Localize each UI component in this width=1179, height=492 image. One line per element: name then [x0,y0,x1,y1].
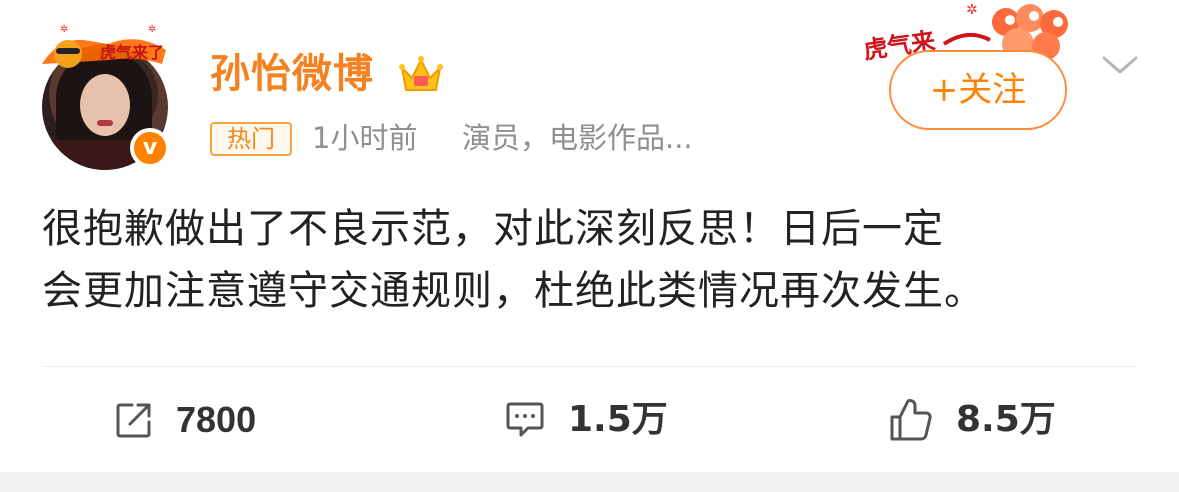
comment-button[interactable]: 1.5万 [504,392,668,448]
crown-icon[interactable] [398,52,444,96]
svg-text:✲: ✲ [60,24,68,35]
card-separator [0,472,1179,492]
divider [42,366,1137,367]
svg-text:✲: ✲ [148,24,156,35]
post-content-line: 很抱歉做出了不良示范，对此深刻反思！日后一定 [42,206,944,252]
verified-icon: v [130,128,170,168]
author-avatar[interactable]: 虎气来了 ✲ ✲ v [32,14,182,170]
post-content: 很抱歉做出了不良示范，对此深刻反思！日后一定 会更加注意遵守交通规则，杜绝此类情… [42,198,1142,322]
comment-count: 1.5万 [568,399,668,440]
post-time: 1小时前 [312,121,418,155]
comment-icon [506,402,544,437]
post-content-line: 会更加注意遵守交通规则，杜绝此类情况再次发生。 [42,268,985,314]
svg-text:虎气来了: 虎气来了 [100,43,164,62]
follow-button[interactable]: +关注 [889,50,1067,130]
repost-icon [116,403,151,438]
author-name[interactable]: 孙怡微博 [210,46,374,102]
like-button[interactable]: 8.5万 [888,392,1056,448]
avatar-pendant-decoration: 虎气来了 ✲ ✲ [42,24,166,68]
repost-count: 7800 [176,399,257,440]
svg-text:✲: ✲ [966,2,978,18]
like-count: 8.5万 [956,399,1056,440]
weibo-post-card: 虎气来了 ✲ ✲ v 孙怡微博 热门 1小时前 演员，电影作品... 虎气来 ✲… [0,0,1179,472]
chevron-down-icon[interactable] [1100,50,1140,80]
like-icon [890,399,932,441]
repost-button[interactable]: 7800 [114,392,256,448]
hot-tag: 热门 [210,122,292,156]
author-description: 演员，电影作品... [462,121,693,155]
